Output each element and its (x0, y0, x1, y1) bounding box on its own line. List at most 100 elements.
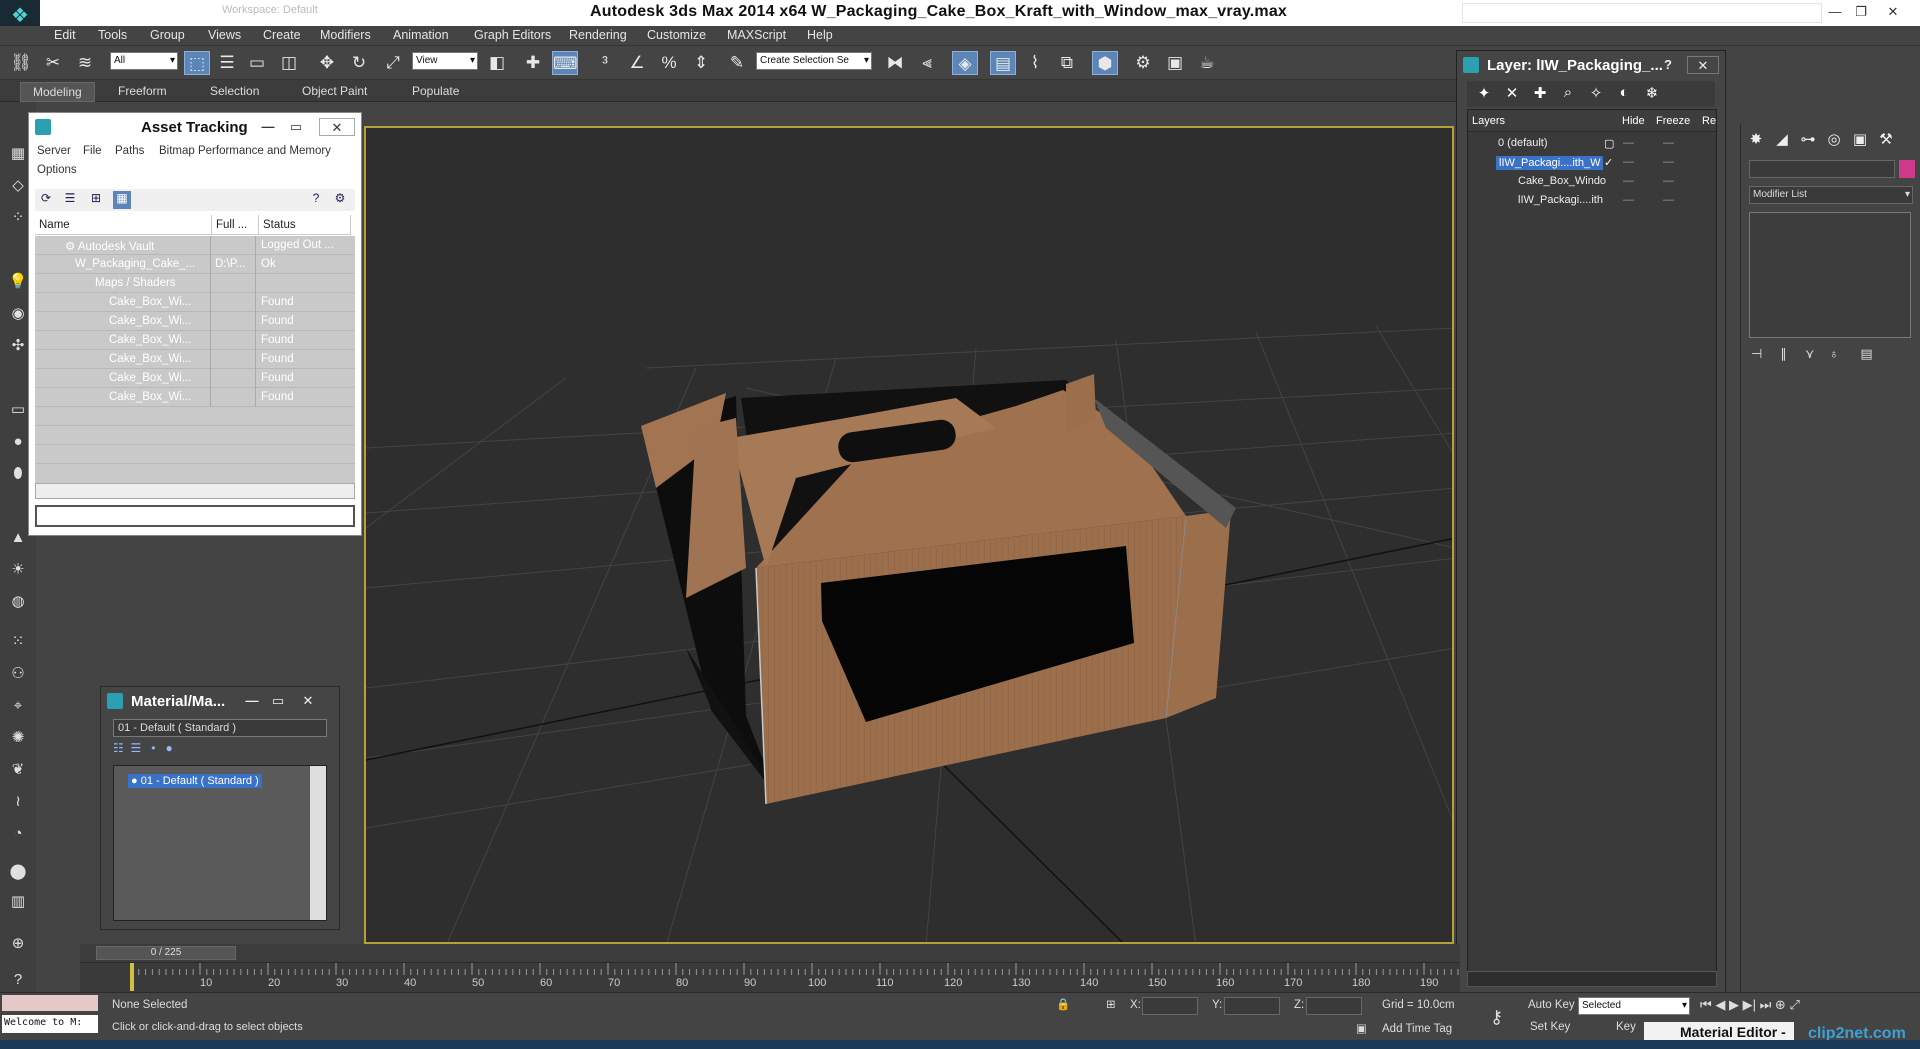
frame-marker[interactable] (130, 963, 134, 991)
bind-space-warp-icon[interactable]: ≋ (72, 51, 98, 75)
bones-icon[interactable]: ⚇ (5, 662, 31, 686)
modifier-stack[interactable] (1749, 212, 1911, 338)
hair-icon[interactable]: ≀ (5, 790, 31, 814)
menu-graph-editors[interactable]: Graph Editors (474, 28, 551, 42)
spinner-snap-icon[interactable]: ⇕ (688, 51, 714, 75)
menu-animation[interactable]: Animation (393, 28, 449, 42)
select-by-name-icon[interactable]: ☰ (214, 51, 240, 75)
keyboard-shortcut-override-icon[interactable]: ⌨ (552, 51, 578, 75)
material-minimize-button[interactable]: — (241, 692, 263, 710)
material-editor-icon[interactable]: ⬢ (1092, 51, 1118, 75)
play-icon[interactable]: ▶ (1729, 997, 1739, 1012)
menu-maxscript[interactable]: MAXScript (727, 28, 786, 42)
column-header-hide[interactable]: Hide (1618, 110, 1652, 132)
graphite-ribbon-icon[interactable]: ▤ (990, 51, 1016, 75)
list-view-icon[interactable]: ☰ (61, 191, 79, 209)
tree-view-icon[interactable]: ⊞ (87, 191, 105, 209)
asset-menu-bitmap-performance[interactable]: Bitmap Performance and Memory (159, 145, 331, 157)
freeze-toggle[interactable]: — (1663, 156, 1674, 168)
workspace-label[interactable]: Workspace: Default (222, 4, 318, 16)
select-manipulate-icon[interactable]: ✚ (520, 51, 546, 75)
rotate-icon[interactable]: ↻ (346, 51, 372, 75)
check-icon[interactable]: ✓ (1604, 156, 1613, 169)
absolute-mode-icon[interactable]: ⊞ (1106, 997, 1116, 1011)
refresh-icon[interactable]: ⟳ (37, 191, 55, 209)
plant-icon[interactable]: ❦ (5, 758, 31, 782)
key-filter-dropdown[interactable]: Selected (1578, 997, 1690, 1015)
layer-row[interactable]: Cake_Box_Windo — — (1468, 172, 1716, 191)
menu-customize[interactable]: Customize (647, 28, 706, 42)
snaps-toggle-icon[interactable]: ³ (592, 51, 618, 75)
tab-modeling[interactable]: Modeling (20, 82, 95, 102)
small-icons-icon[interactable]: ☰ (130, 741, 141, 755)
table-row[interactable]: ⚙ Autodesk Vault Logged Out ... (35, 236, 355, 255)
sphere-shade-icon[interactable]: ⬤ (5, 860, 31, 884)
freeze-toggle[interactable]: — (1663, 194, 1674, 206)
hide-toggle[interactable]: — (1623, 156, 1634, 168)
table-row[interactable]: Cake_Box_Wi... Found (35, 293, 355, 312)
modify-tab-icon[interactable]: ◢ (1771, 130, 1793, 150)
pivot-center-icon[interactable]: ◧ (484, 51, 510, 75)
window-crossing-icon[interactable]: ◫ (276, 51, 302, 75)
highlight-layer-icon[interactable]: ✧ (1585, 84, 1607, 104)
table-view-icon[interactable]: ▦ (113, 191, 131, 209)
select-layer-objects-icon[interactable]: ⌕ (1557, 84, 1579, 104)
menu-help[interactable]: Help (807, 28, 833, 42)
hide-toggle[interactable]: — (1623, 175, 1634, 187)
y-coordinate-field[interactable] (1224, 997, 1280, 1015)
z-coordinate-field[interactable] (1306, 997, 1362, 1015)
delete-layer-icon[interactable]: ✕ (1501, 84, 1523, 104)
material-sphere-icon[interactable]: ◍ (5, 590, 31, 614)
column-header-layers[interactable]: Layers (1468, 110, 1618, 132)
asset-help-icon[interactable]: ? (307, 191, 325, 209)
column-header-freeze[interactable]: Freeze (1652, 110, 1698, 132)
goto-end-icon[interactable]: ⏭ (1760, 997, 1772, 1012)
close-button[interactable]: ✕ (1880, 2, 1906, 22)
make-unique-icon[interactable]: ⋎ (1805, 346, 1815, 361)
table-row[interactable]: Cake_Box_Wi... Found (35, 350, 355, 369)
motion-tab-icon[interactable]: ◎ (1823, 130, 1845, 150)
table-row[interactable]: Cake_Box_Wi... Found (35, 388, 355, 407)
menu-modifiers[interactable]: Modifiers (320, 28, 371, 42)
curve-editor-icon[interactable]: ⌇ (1022, 51, 1048, 75)
system-icon[interactable]: ✺ (5, 726, 31, 750)
link-icon[interactable]: ⛓ (8, 51, 34, 75)
menu-create[interactable]: Create (263, 28, 301, 42)
configure-modifier-sets-icon[interactable]: ▤ (1860, 346, 1872, 361)
maximize-button[interactable]: ❐ (1848, 2, 1874, 22)
create-tab-icon[interactable]: ✸ (1745, 130, 1767, 150)
perspective-viewport[interactable] (364, 126, 1454, 944)
column-header-full-path[interactable]: Full ... (212, 215, 259, 235)
help-icon[interactable]: ? (5, 968, 31, 992)
material-sphere-icon[interactable]: ● (165, 741, 172, 755)
utilities-tab-icon[interactable]: ⚒ (1875, 130, 1897, 150)
particles-icon[interactable]: ⁙ (5, 630, 31, 654)
add-to-layer-icon[interactable]: ✚ (1529, 84, 1551, 104)
hide-all-icon[interactable]: ◐ (1613, 84, 1635, 104)
list-view-icon[interactable]: ☷ (113, 741, 124, 755)
table-row[interactable]: Cake_Box_Wi... Found (35, 369, 355, 388)
asset-path-field[interactable] (35, 505, 355, 527)
track-bar[interactable]: 10 20 30 40 50 60 70 80 90 100 110 120 1… (80, 962, 1460, 992)
rendered-frame-window-icon[interactable]: ▣ (1162, 51, 1188, 75)
goto-start-icon[interactable]: ⏮ (1700, 997, 1712, 1012)
table-row[interactable]: Cake_Box_Wi... Found (35, 331, 355, 350)
column-header-render[interactable]: Re (1698, 110, 1716, 132)
compass-icon[interactable]: ⊕ (5, 932, 31, 956)
x-coordinate-field[interactable] (1142, 997, 1198, 1015)
pin-stack-icon[interactable]: ⊣ (1751, 346, 1762, 361)
menu-tools[interactable]: Tools (98, 28, 127, 42)
object-color-swatch[interactable] (1899, 160, 1915, 178)
unlink-icon[interactable]: ✂ (40, 51, 66, 75)
named-selection-dropdown[interactable]: Create Selection Se (756, 52, 872, 70)
freeze-toggle[interactable]: — (1663, 175, 1674, 187)
zoom-extents-icon[interactable]: ⤢ (1789, 997, 1799, 1012)
freeze-all-icon[interactable]: ❄ (1641, 84, 1663, 104)
material-name-field[interactable]: 01 - Default ( Standard ) (113, 719, 327, 737)
key-filters-button[interactable]: Key (1616, 1021, 1636, 1033)
set-key-button[interactable]: Set Key (1530, 1021, 1570, 1033)
scale-icon[interactable]: ⤢ (380, 51, 406, 75)
align-icon[interactable]: ⫷ (914, 51, 940, 75)
space-warp-icon[interactable]: ⌖ (5, 694, 31, 718)
asset-menu-options[interactable]: Options (37, 164, 77, 176)
